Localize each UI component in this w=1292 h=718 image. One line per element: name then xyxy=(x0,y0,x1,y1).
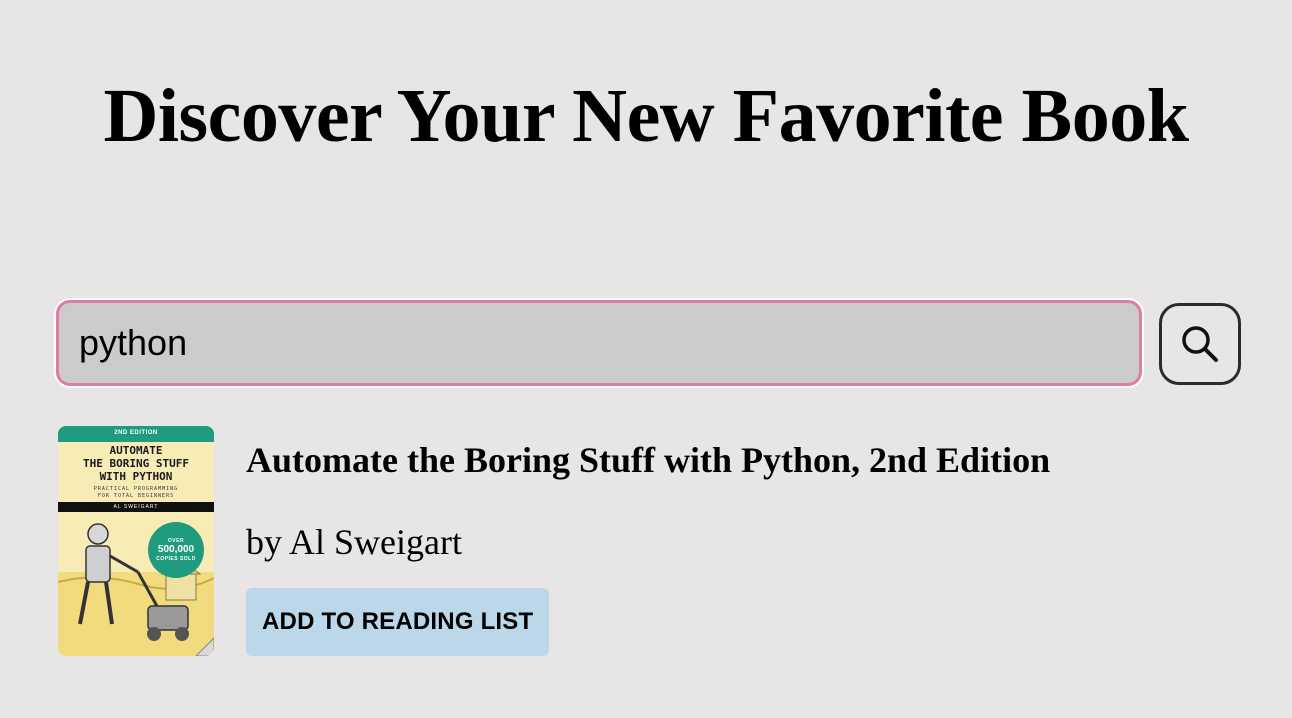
cover-title: AUTOMATE THE BORING STUFF WITH PYTHON xyxy=(58,444,214,483)
cover-title-line: THE BORING STUFF xyxy=(83,457,189,470)
page-title: Discover Your New Favorite Book xyxy=(103,74,1189,158)
book-result: 2ND EDITION AUTOMATE THE BORING STUFF WI… xyxy=(58,426,1238,656)
badge-bottom: COPIES SOLD xyxy=(156,556,196,562)
book-author: by Al Sweigart xyxy=(246,522,462,562)
book-cover[interactable]: 2ND EDITION AUTOMATE THE BORING STUFF WI… xyxy=(58,426,214,656)
add-to-reading-list-button[interactable]: ADD TO READING LIST xyxy=(246,588,550,656)
search-input[interactable] xyxy=(56,300,1142,386)
page: Discover Your New Favorite Book 2ND EDIT… xyxy=(0,0,1292,718)
cover-edition: 2ND EDITION xyxy=(114,430,158,436)
cover-sales-badge: OVER 500,000 COPIES SOLD xyxy=(148,522,204,578)
cover-title-line: WITH PYTHON xyxy=(99,470,173,483)
search-bar xyxy=(56,300,1244,388)
cover-subtitle-line: FOR TOTAL BEGINNERS xyxy=(97,493,175,499)
book-title[interactable]: Automate the Boring Stuff with Python, 2… xyxy=(246,438,1050,482)
cover-title-line: AUTOMATE xyxy=(109,444,163,457)
cover-subtitle-line: PRACTICAL PROGRAMMING xyxy=(93,486,179,492)
search-button[interactable] xyxy=(1159,303,1241,385)
cover-author: AL SWEIGART xyxy=(113,504,159,510)
search-icon xyxy=(1178,322,1222,366)
cover-subtitle: PRACTICAL PROGRAMMING FOR TOTAL BEGINNER… xyxy=(58,486,214,500)
badge-main: 500,000 xyxy=(157,544,195,555)
